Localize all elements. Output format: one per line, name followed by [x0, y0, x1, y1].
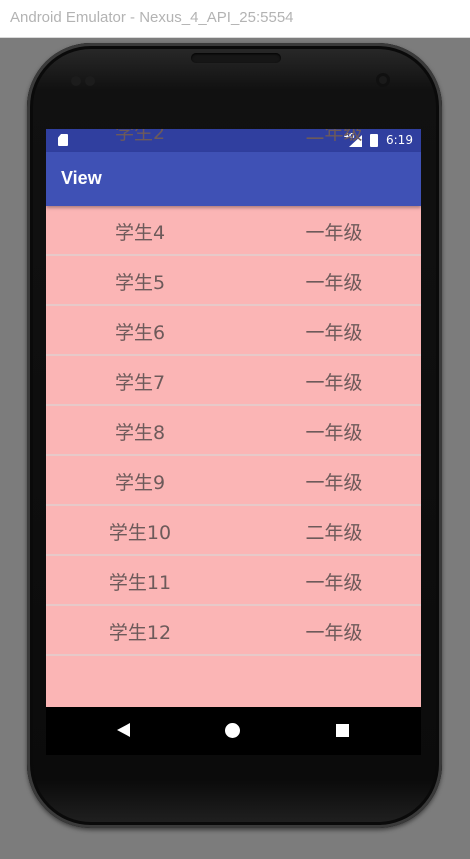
home-icon[interactable] — [225, 723, 240, 738]
student-name: 学生6 — [114, 322, 166, 344]
student-name: 学生7 — [114, 372, 166, 394]
list-item[interactable]: 学生11 一年级 — [46, 556, 421, 606]
list-item[interactable]: 学生9 一年级 — [46, 456, 421, 506]
list-item[interactable]: 学生6 一年级 — [46, 306, 421, 356]
student-name: 学生8 — [114, 422, 166, 444]
student-name: 学生4 — [114, 222, 166, 244]
student-grade: 一年级 — [305, 422, 363, 444]
emulator-area: 4G 6:19 View 学生2二年级学生3一年级学生4一年级学生5一年级学生6… — [0, 38, 470, 859]
sensor-icon — [85, 76, 95, 86]
student-grade: 二年级 — [305, 129, 363, 144]
navigation-bar — [46, 707, 421, 755]
student-name: 学生5 — [114, 272, 166, 294]
student-name: 学生2 — [114, 129, 166, 144]
list-item[interactable]: 学生12 一年级 — [46, 606, 421, 656]
sensor-icon — [71, 76, 81, 86]
student-name: 学生12 — [108, 622, 172, 644]
list-item[interactable]: 学生4 一年级 — [46, 206, 421, 256]
app-title: View — [61, 168, 102, 188]
window-title: Android Emulator - Nexus_4_API_25:5554 — [10, 9, 294, 26]
list-item[interactable]: 学生8 一年级 — [46, 406, 421, 456]
front-camera-icon — [376, 73, 390, 87]
student-grade: 一年级 — [305, 572, 363, 594]
student-grade: 一年级 — [305, 622, 363, 644]
list-item[interactable]: 学生10 二年级 — [46, 506, 421, 556]
device-screen: 4G 6:19 View 学生2二年级学生3一年级学生4一年级学生5一年级学生6… — [46, 129, 421, 755]
student-name: 学生10 — [108, 522, 172, 544]
student-grade: 一年级 — [305, 372, 363, 394]
student-name: 学生11 — [108, 572, 172, 594]
back-icon[interactable] — [117, 723, 130, 737]
student-grade: 一年级 — [305, 272, 363, 294]
student-grade: 一年级 — [305, 322, 363, 344]
app-bar: View — [46, 152, 421, 206]
student-grade: 二年级 — [305, 522, 363, 544]
recents-icon[interactable] — [336, 724, 349, 737]
student-grade: 一年级 — [305, 222, 363, 244]
student-grade: 一年级 — [305, 472, 363, 494]
emulator-title-bar: Android Emulator - Nexus_4_API_25:5554 — [0, 0, 470, 38]
student-list[interactable]: 学生2二年级学生3一年级学生4一年级学生5一年级学生6一年级学生7一年级学生8一… — [46, 129, 421, 656]
list-item[interactable]: 学生5 一年级 — [46, 256, 421, 306]
speaker-grille — [191, 53, 281, 63]
student-name: 学生9 — [114, 472, 166, 494]
list-item[interactable]: 学生7 一年级 — [46, 356, 421, 406]
